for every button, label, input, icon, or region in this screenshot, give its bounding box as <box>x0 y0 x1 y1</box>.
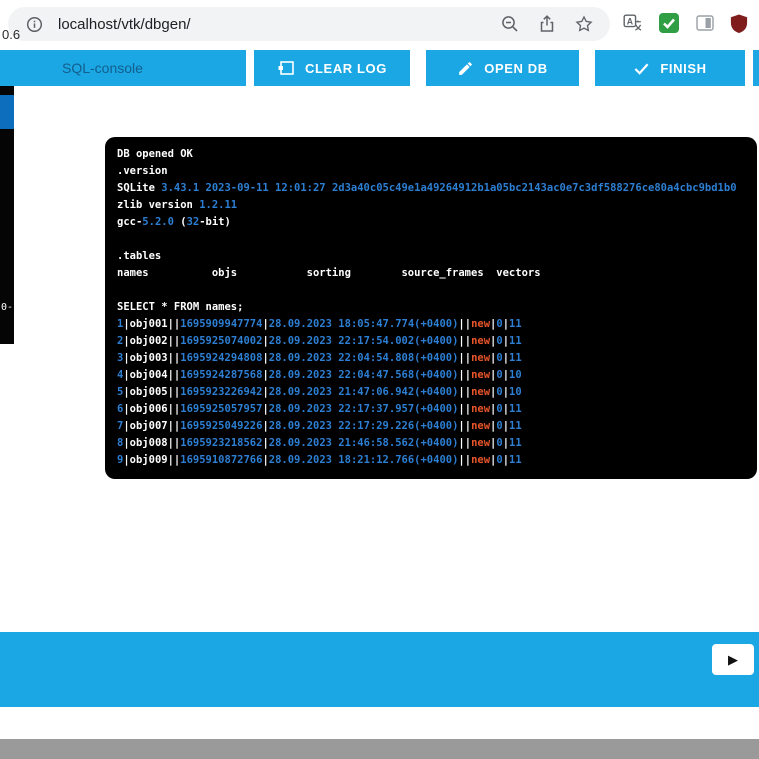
console-line: zlib version 1.2.11 <box>117 199 238 211</box>
svg-text:A: A <box>627 16 634 26</box>
page-info-icon[interactable] <box>22 12 46 36</box>
extensions-area: A <box>622 12 759 34</box>
clear-log-label: CLEAR LOG <box>305 60 387 76</box>
console-row: 7|obj007||1695925049226|28.09.2023 22:17… <box>117 420 522 432</box>
toolbar-title-segment: SQL-console <box>0 50 246 86</box>
console-line: SELECT * FROM names; <box>117 301 244 313</box>
console-row: 8|obj008||1695923218562|28.09.2023 21:46… <box>117 437 522 449</box>
open-db-button[interactable]: OPEN DB <box>426 50 579 86</box>
browser-toolbar: localhost/vtk/dbgen/ A <box>0 0 759 48</box>
console-line: DB opened OK <box>117 148 193 160</box>
sql-console-log: DB opened OK .version SQLite 3.43.1 2023-0… <box>105 137 757 479</box>
left-panel-strip: 0- <box>0 86 14 344</box>
page: localhost/vtk/dbgen/ A 0.6 SQL-console C… <box>0 0 759 759</box>
console-row: 6|obj006||1695925057957|28.09.2023 22:17… <box>117 403 522 415</box>
console-row: 2|obj002||1695925074002|28.09.2023 22:17… <box>117 335 522 347</box>
console-row: 3|obj003||1695924294808|28.09.2023 22:04… <box>117 352 522 364</box>
translate-icon[interactable]: A <box>622 13 643 34</box>
console-line: names objs sorting source_frames vectors <box>117 267 541 279</box>
bookmark-star-icon[interactable] <box>572 12 596 36</box>
clear-log-button[interactable]: CLEAR LOG <box>254 50 410 86</box>
console-line: gcc-5.2.0 (32-bit) <box>117 216 231 228</box>
console-row: 9|obj009||1695910872766|28.09.2023 18:21… <box>117 454 522 466</box>
open-db-label: OPEN DB <box>484 60 548 76</box>
footer-strip <box>0 739 759 759</box>
console-row: 4|obj004||1695924287568|28.09.2023 22:04… <box>117 369 522 381</box>
share-icon[interactable] <box>535 12 559 36</box>
check-icon <box>633 60 650 77</box>
split-window-icon[interactable] <box>695 13 715 33</box>
left-panel-accent[interactable] <box>0 95 14 129</box>
console-line: .tables <box>117 250 162 262</box>
play-icon: ▶ <box>728 652 738 667</box>
finish-button[interactable]: FINISH <box>595 50 745 86</box>
console-row: 5|obj005||1695923226942|28.09.2023 21:47… <box>117 386 522 398</box>
clear-log-icon <box>277 59 295 77</box>
finish-label: FINISH <box>660 60 707 76</box>
zoom-out-icon[interactable] <box>498 12 522 36</box>
sql-toolbar: SQL-console CLEAR LOG OPEN DB FINISH <box>0 50 759 86</box>
console-line: SQLite 3.43.1 2023-09-11 12:01:27 2d3a40… <box>117 182 737 194</box>
url-text[interactable]: localhost/vtk/dbgen/ <box>58 16 191 33</box>
address-bar[interactable]: localhost/vtk/dbgen/ <box>8 7 610 41</box>
toolbar-right-sliver <box>753 50 759 86</box>
extension-check-icon[interactable] <box>658 12 680 34</box>
adblock-shield-icon[interactable] <box>730 13 748 34</box>
console-row: 1|obj001||1695909947774|28.09.2023 18:05… <box>117 318 522 330</box>
pencil-icon <box>457 60 474 77</box>
left-panel-partial-text: 0- <box>1 302 14 313</box>
run-button[interactable]: ▶ <box>712 644 754 675</box>
bottom-action-bar: ▶ <box>0 632 759 707</box>
app-version-partial: 0.6 <box>2 27 21 42</box>
console-line: .version <box>117 165 168 177</box>
toolbar-title: SQL-console <box>62 60 143 76</box>
